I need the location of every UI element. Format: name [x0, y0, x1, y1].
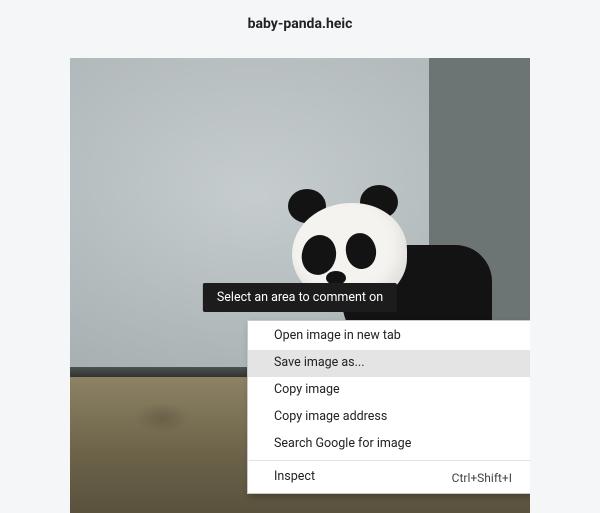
image-viewer[interactable]: Select an area to comment on Open image … — [70, 58, 530, 513]
menu-item-shortcut: Ctrl+Shift+I — [452, 470, 512, 486]
menu-item-label: Save image as... — [274, 355, 365, 372]
menu-item-label: Search Google for image — [274, 436, 411, 453]
menu-item-label: Copy image address — [274, 409, 387, 426]
menu-item-save-image-as[interactable]: Save image as... — [248, 350, 530, 377]
context-menu: Open image in new tab Save image as... C… — [247, 320, 530, 494]
menu-item-copy-image-address[interactable]: Copy image address — [248, 404, 530, 431]
file-title: baby-panda.heic — [248, 16, 353, 32]
menu-item-inspect[interactable]: Inspect Ctrl+Shift+I — [248, 464, 530, 491]
menu-item-label: Open image in new tab — [274, 328, 401, 345]
menu-item-open-new-tab[interactable]: Open image in new tab — [248, 323, 530, 350]
menu-item-copy-image[interactable]: Copy image — [248, 377, 530, 404]
menu-item-label: Copy image — [274, 382, 340, 399]
comment-hint-banner: Select an area to comment on — [203, 283, 397, 312]
menu-item-label: Inspect — [274, 469, 315, 486]
menu-item-search-google-image[interactable]: Search Google for image — [248, 431, 530, 458]
menu-separator — [249, 460, 530, 461]
